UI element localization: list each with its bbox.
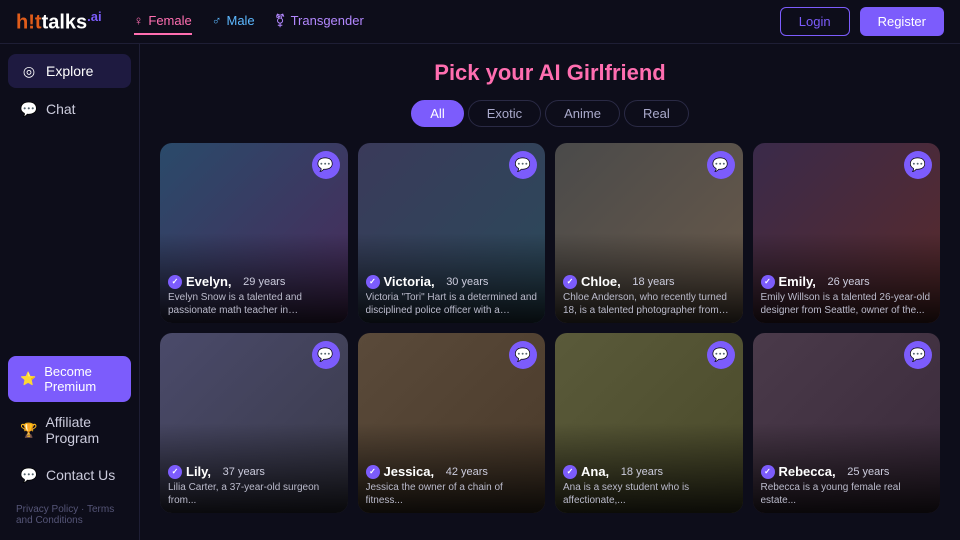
logo-talks: talks — [42, 11, 88, 33]
card-lily[interactable]: 💬 ✓ Lily, 37 years Lilia Carter, a 37-ye… — [160, 333, 348, 513]
card-name-rebecca: ✓ Rebecca, 25 years — [761, 464, 933, 479]
card-name-lily: ✓ Lily, 37 years — [168, 464, 340, 479]
affiliate-icon: 🏆 — [20, 421, 37, 439]
logo-hot: h!t — [16, 11, 42, 33]
filter-tabs: All Exotic Anime Real — [160, 100, 940, 127]
card-info-jessica: ✓ Jessica, 42 years Jessica the owner of… — [366, 464, 538, 507]
sidebar-item-chat[interactable]: 💬 Chat — [8, 92, 131, 126]
card-desc-jessica: Jessica the owner of a chain of fitness.… — [366, 481, 538, 507]
logo-ai: .ai — [87, 9, 101, 24]
verified-icon: ✓ — [761, 465, 775, 479]
card-rebecca[interactable]: 💬 ✓ Rebecca, 25 years Rebecca is a young… — [753, 333, 941, 513]
card-info-lily: ✓ Lily, 37 years Lilia Carter, a 37-year… — [168, 464, 340, 507]
card-chat-icon[interactable]: 💬 — [509, 341, 537, 369]
male-icon: ♂ — [212, 13, 222, 28]
card-emily[interactable]: 💬 ✓ Emily, 26 years Emily Willson is a t… — [753, 143, 941, 323]
card-desc-chloe: Chloe Anderson, who recently turned 18, … — [563, 291, 735, 317]
sidebar-bottom: ⭐ Become Premium 🏆 Affiliate Program 💬 C… — [8, 356, 131, 530]
card-victoria[interactable]: 💬 ✓ Victoria, 30 years Victoria "Tori" H… — [358, 143, 546, 323]
card-chat-icon[interactable]: 💬 — [707, 341, 735, 369]
card-ana[interactable]: 💬 ✓ Ana, 18 years Ana is a sexy student … — [555, 333, 743, 513]
card-grid-row1: 💬 ✓ Evelyn, 29 years Evelyn Snow is a ta… — [160, 143, 940, 323]
explore-label: Explore — [46, 63, 93, 79]
gender-tabs: ♀ Female ♂ Male ⚧ Transgender — [134, 9, 780, 35]
page-title: Pick your AI Girlfriend — [160, 60, 940, 86]
logo: h!ttalks.ai — [16, 9, 102, 35]
header: h!ttalks.ai ♀ Female ♂ Male ⚧ Transgende… — [0, 0, 960, 44]
header-buttons: Login Register — [780, 7, 944, 36]
main-content: Pick your AI Girlfriend All Exotic Anime… — [140, 44, 960, 540]
affiliate-label: Affiliate Program — [45, 414, 119, 446]
card-name-victoria: ✓ Victoria, 30 years — [366, 274, 538, 289]
verified-icon: ✓ — [366, 275, 380, 289]
verified-icon: ✓ — [563, 275, 577, 289]
sidebar-footer: Privacy Policy · Terms and Conditions — [8, 500, 131, 530]
card-grid-row2: 💬 ✓ Lily, 37 years Lilia Carter, a 37-ye… — [160, 333, 940, 513]
card-desc-evelyn: Evelyn Snow is a talented and passionate… — [168, 291, 340, 317]
card-jessica[interactable]: 💬 ✓ Jessica, 42 years Jessica the owner … — [358, 333, 546, 513]
card-desc-lily: Lilia Carter, a 37-year-old surgeon from… — [168, 481, 340, 507]
card-evelyn[interactable]: 💬 ✓ Evelyn, 29 years Evelyn Snow is a ta… — [160, 143, 348, 323]
transgender-label: Transgender — [291, 13, 364, 28]
contact-icon: 💬 — [20, 466, 38, 484]
card-desc-ana: Ana is a sexy student who is affectionat… — [563, 481, 735, 507]
filter-anime[interactable]: Anime — [545, 100, 620, 127]
card-info-chloe: ✓ Chloe, 18 years Chloe Anderson, who re… — [563, 274, 735, 317]
card-info-ana: ✓ Ana, 18 years Ana is a sexy student wh… — [563, 464, 735, 507]
gender-tab-female[interactable]: ♀ Female — [134, 9, 192, 35]
female-label: Female — [148, 13, 191, 28]
gender-tab-male[interactable]: ♂ Male — [212, 9, 255, 35]
card-chat-icon[interactable]: 💬 — [312, 341, 340, 369]
transgender-icon: ⚧ — [275, 13, 286, 29]
filter-exotic[interactable]: Exotic — [468, 100, 541, 127]
card-info-evelyn: ✓ Evelyn, 29 years Evelyn Snow is a tale… — [168, 274, 340, 317]
sidebar: ◎ Explore 💬 Chat ⭐ Become Premium 🏆 Affi… — [0, 44, 140, 540]
filter-all[interactable]: All — [411, 100, 463, 127]
sidebar-item-contact[interactable]: 💬 Contact Us — [8, 458, 131, 492]
card-name-jessica: ✓ Jessica, 42 years — [366, 464, 538, 479]
sidebar-item-affiliate[interactable]: 🏆 Affiliate Program — [8, 406, 131, 454]
card-chat-icon[interactable]: 💬 — [707, 151, 735, 179]
premium-label: Become Premium — [44, 364, 119, 394]
premium-icon: ⭐ — [20, 371, 36, 387]
explore-icon: ◎ — [20, 62, 38, 80]
card-name-ana: ✓ Ana, 18 years — [563, 464, 735, 479]
verified-icon: ✓ — [366, 465, 380, 479]
register-button[interactable]: Register — [860, 7, 944, 36]
privacy-link[interactable]: Privacy Policy — [16, 504, 78, 515]
card-chloe[interactable]: 💬 ✓ Chloe, 18 years Chloe Anderson, who … — [555, 143, 743, 323]
sidebar-item-explore[interactable]: ◎ Explore — [8, 54, 131, 88]
layout: ◎ Explore 💬 Chat ⭐ Become Premium 🏆 Affi… — [0, 44, 960, 540]
chat-icon: 💬 — [20, 100, 38, 118]
verified-icon: ✓ — [168, 275, 182, 289]
card-chat-icon[interactable]: 💬 — [904, 151, 932, 179]
card-desc-victoria: Victoria "Tori" Hart is a determined and… — [366, 291, 538, 317]
gender-tab-transgender[interactable]: ⚧ Transgender — [275, 9, 364, 35]
card-chat-icon[interactable]: 💬 — [312, 151, 340, 179]
contact-label: Contact Us — [46, 467, 115, 483]
card-info-emily: ✓ Emily, 26 years Emily Willson is a tal… — [761, 274, 933, 317]
card-name-evelyn: ✓ Evelyn, 29 years — [168, 274, 340, 289]
verified-icon: ✓ — [761, 275, 775, 289]
verified-icon: ✓ — [563, 465, 577, 479]
login-button[interactable]: Login — [780, 7, 850, 36]
card-info-rebecca: ✓ Rebecca, 25 years Rebecca is a young f… — [761, 464, 933, 507]
sidebar-premium[interactable]: ⭐ Become Premium — [8, 356, 131, 402]
female-icon: ♀ — [134, 13, 144, 28]
card-name-emily: ✓ Emily, 26 years — [761, 274, 933, 289]
filter-real[interactable]: Real — [624, 100, 689, 127]
card-chat-icon[interactable]: 💬 — [904, 341, 932, 369]
card-info-victoria: ✓ Victoria, 30 years Victoria "Tori" Har… — [366, 274, 538, 317]
card-chat-icon[interactable]: 💬 — [509, 151, 537, 179]
verified-icon: ✓ — [168, 465, 182, 479]
card-desc-emily: Emily Willson is a talented 26-year-old … — [761, 291, 933, 317]
card-desc-rebecca: Rebecca is a young female real estate... — [761, 481, 933, 507]
chat-label: Chat — [46, 101, 76, 117]
title-accent: Girlfriend — [567, 60, 666, 85]
card-name-chloe: ✓ Chloe, 18 years — [563, 274, 735, 289]
male-label: Male — [226, 13, 254, 28]
